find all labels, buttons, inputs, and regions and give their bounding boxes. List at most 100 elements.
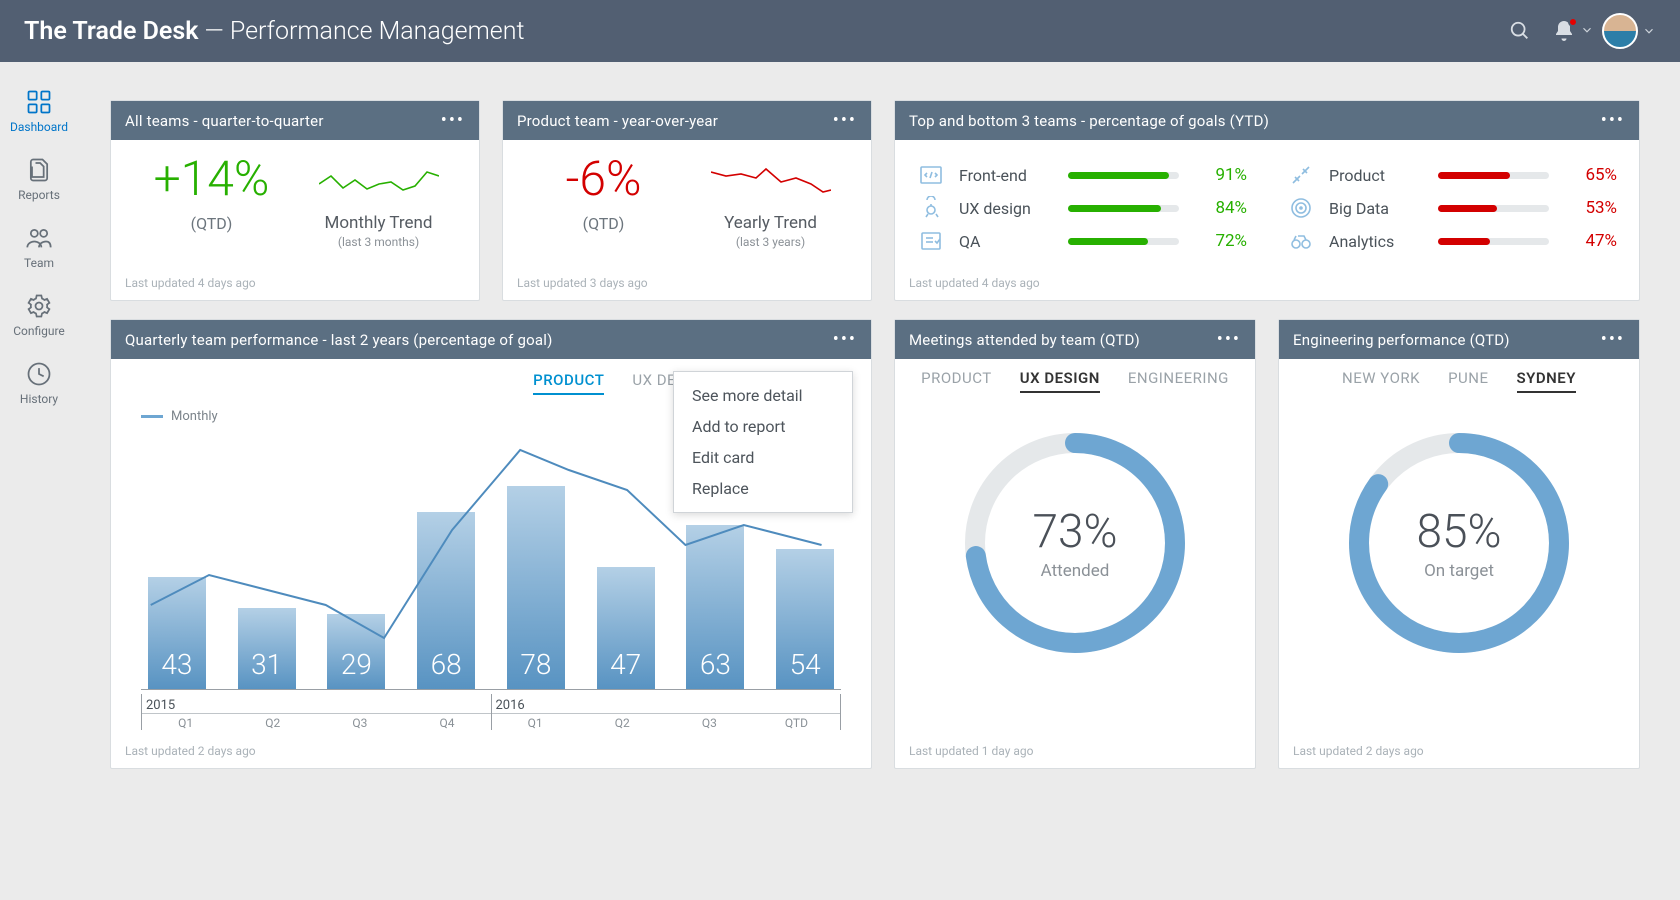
menu-see-more-detail[interactable]: See more detail [692, 386, 834, 405]
notifications-icon[interactable] [1542, 9, 1586, 53]
year-label: 2015 [142, 698, 491, 714]
card-footer: Last updated 4 days ago [895, 270, 1639, 300]
card-context-menu: See more detail Add to report Edit card … [673, 371, 853, 513]
team-pct: 91% [1193, 165, 1247, 185]
sparkline [711, 154, 831, 209]
team-name: Big Data [1329, 199, 1424, 218]
team-name: Product [1329, 166, 1424, 185]
card-engineering-performance: Engineering performance (QTD) ••• NEW YO… [1278, 319, 1640, 769]
team-name: QA [959, 232, 1054, 251]
tab-sydney[interactable]: SYDNEY [1517, 369, 1576, 393]
tab-engineering[interactable]: ENGINEERING [1128, 369, 1229, 393]
reports-icon [25, 156, 53, 184]
card-title: Top and bottom 3 teams - percentage of g… [909, 112, 1269, 130]
progress-fill [1068, 238, 1148, 245]
code-icon [917, 163, 945, 187]
team-pct: 84% [1193, 198, 1247, 218]
progress-track [1068, 238, 1179, 245]
team-pct: 47% [1563, 231, 1617, 251]
progress-fill [1438, 238, 1490, 245]
card-footer: Last updated 2 days ago [1279, 738, 1639, 768]
progress-track [1068, 172, 1179, 179]
team-row: QA 72% [917, 229, 1247, 253]
team-name: Front-end [959, 166, 1054, 185]
card-title: Meetings attended by team (QTD) [909, 331, 1140, 349]
sidebar-item-label: Reports [18, 188, 60, 202]
sidebar-item-label: Configure [13, 324, 65, 338]
sidebar-item-configure[interactable]: Configure [0, 288, 78, 342]
gauge-value: 85% [1416, 505, 1501, 559]
sidebar-item-history[interactable]: History [0, 356, 78, 410]
card-title: Product team - year-over-year [517, 112, 718, 130]
progress-track [1438, 205, 1549, 212]
gear-icon [25, 292, 53, 320]
progress-fill [1068, 172, 1169, 179]
card-menu-icon[interactable]: ••• [441, 110, 465, 131]
card-header: Top and bottom 3 teams - percentage of g… [895, 101, 1639, 140]
trend-label: Monthly Trend [324, 213, 432, 233]
kpi-value: +14% [154, 154, 270, 204]
card-header: All teams - quarter-to-quarter ••• [111, 101, 479, 140]
team-row: Big Data 53% [1287, 196, 1617, 220]
tab-product[interactable]: PRODUCT [533, 371, 604, 395]
team-pct: 65% [1563, 165, 1617, 185]
card-title: Quarterly team performance - last 2 year… [125, 331, 553, 349]
gauge-engineering: 85%On target [1339, 423, 1579, 663]
chevron-down-icon [1642, 24, 1656, 38]
sidebar-item-team[interactable]: Team [0, 220, 78, 274]
card-title: Engineering performance (QTD) [1293, 331, 1510, 349]
sidebar-item-dashboard[interactable]: Dashboard [0, 84, 78, 138]
team-icon [25, 224, 53, 252]
top-teams-list: Front-end 91% UX design 84% [917, 154, 1247, 262]
card-header: Product team - year-over-year ••• [503, 101, 871, 140]
team-row: UX design 84% [917, 196, 1247, 220]
sidebar-item-label: Dashboard [10, 120, 68, 134]
dashboard-main: All teams - quarter-to-quarter ••• +14% … [78, 62, 1680, 900]
card-top-bottom-teams: Top and bottom 3 teams - percentage of g… [894, 100, 1640, 301]
sidebar-item-reports[interactable]: Reports [0, 152, 78, 206]
tab-ux-design[interactable]: UX DESIGN [1020, 369, 1100, 393]
tab-product[interactable]: PRODUCT [921, 369, 992, 393]
gauge-meetings: 73%Attended [955, 423, 1195, 663]
search-icon[interactable] [1498, 9, 1542, 53]
tab-pune[interactable]: PUNE [1448, 369, 1488, 393]
gauge-tabs: PRODUCT UX DESIGN ENGINEERING [907, 369, 1243, 393]
team-name: Analytics [1329, 232, 1424, 251]
progress-track [1438, 238, 1549, 245]
card-menu-icon[interactable]: ••• [1217, 329, 1241, 350]
ux-icon [917, 196, 945, 220]
x-axis: 2015 Q1Q2Q3Q4 2016 Q1Q2Q3QTD [141, 694, 841, 730]
team-row: Front-end 91% [917, 163, 1247, 187]
team-row: Analytics 47% [1287, 229, 1617, 253]
card-menu-icon[interactable]: ••• [833, 329, 857, 350]
progress-fill [1438, 172, 1510, 179]
app-title: The Trade Desk — Performance Management [24, 17, 524, 46]
card-footer: Last updated 4 days ago [111, 270, 479, 300]
menu-replace[interactable]: Replace [692, 479, 834, 498]
card-header: Meetings attended by team (QTD) ••• [895, 320, 1255, 359]
tab-new-york[interactable]: NEW YORK [1342, 369, 1420, 393]
card-header: Quarterly team performance - last 2 year… [111, 320, 871, 359]
card-title: All teams - quarter-to-quarter [125, 112, 324, 130]
notification-badge [1568, 17, 1578, 27]
card-product-team: Product team - year-over-year ••• -6% (Q… [502, 100, 872, 301]
team-row: Product 65% [1287, 163, 1617, 187]
user-menu[interactable] [1602, 13, 1656, 49]
card-footer: Last updated 3 days ago [503, 270, 871, 300]
menu-edit-card[interactable]: Edit card [692, 448, 834, 467]
card-all-teams: All teams - quarter-to-quarter ••• +14% … [110, 100, 480, 301]
target-icon [1287, 196, 1315, 220]
card-menu-icon[interactable]: ••• [1601, 329, 1625, 350]
menu-add-to-report[interactable]: Add to report [692, 417, 834, 436]
gauge-sub: On target [1424, 561, 1494, 581]
card-menu-icon[interactable]: ••• [833, 110, 857, 131]
dashboard-icon [25, 88, 53, 116]
trend-sub: (last 3 years) [736, 235, 805, 249]
progress-track [1068, 205, 1179, 212]
gauge-tabs: NEW YORK PUNE SYDNEY [1291, 369, 1627, 393]
card-footer: Last updated 1 day ago [895, 738, 1255, 768]
binoculars-icon [1287, 229, 1315, 253]
card-menu-icon[interactable]: ••• [1601, 110, 1625, 131]
progress-fill [1068, 205, 1161, 212]
sparkline [319, 154, 439, 209]
